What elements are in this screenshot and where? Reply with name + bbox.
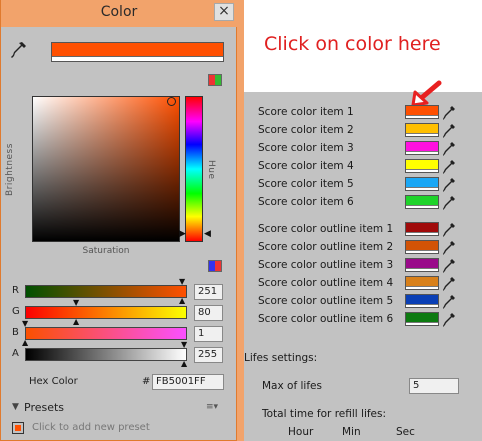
eyedropper-icon[interactable] bbox=[443, 258, 455, 273]
outline-color-label-1: Score color outline item 1 bbox=[258, 223, 394, 235]
eyedropper-icon[interactable] bbox=[443, 177, 455, 192]
outline-color-swatch-4[interactable] bbox=[405, 276, 439, 290]
score-color-swatch-3[interactable] bbox=[405, 141, 439, 155]
slider-knob-icon[interactable]: ▲ bbox=[73, 318, 79, 326]
slider-knob-icon[interactable]: ▲ bbox=[179, 297, 185, 305]
hue-marker-left-icon[interactable]: ▶ bbox=[179, 230, 186, 239]
outline-color-swatch-3[interactable] bbox=[405, 258, 439, 272]
eyedropper-icon[interactable] bbox=[443, 141, 455, 156]
green-value-field[interactable]: 80 bbox=[194, 305, 223, 321]
red-slider[interactable]: ▼ ▲ bbox=[25, 278, 187, 305]
slider-knob-icon[interactable]: ▼ bbox=[22, 320, 28, 328]
max-lifes-label: Max of lifes bbox=[262, 380, 322, 392]
hue-slider[interactable] bbox=[185, 96, 203, 242]
current-color-fill bbox=[52, 43, 223, 56]
saturation-brightness-field[interactable] bbox=[32, 96, 180, 242]
score-color-label-6: Score color item 6 bbox=[258, 196, 354, 208]
score-color-swatch-5[interactable] bbox=[405, 177, 439, 191]
presets-label: Presets bbox=[24, 401, 65, 414]
unit-hour-label: Hour bbox=[288, 426, 314, 438]
close-button[interactable]: × bbox=[214, 3, 234, 21]
eyedropper-icon[interactable] bbox=[443, 312, 455, 327]
slider-knob-icon[interactable]: ▼ bbox=[73, 299, 79, 307]
score-color-label-5: Score color item 5 bbox=[258, 178, 354, 190]
unit-min-label: Min bbox=[342, 426, 361, 438]
hue-marker-right-icon[interactable]: ◀ bbox=[204, 230, 211, 239]
green-slider[interactable]: ▼ ▲ bbox=[25, 299, 187, 326]
alpha-strip bbox=[52, 56, 223, 61]
eyedropper-icon[interactable] bbox=[443, 159, 455, 174]
presets-header[interactable]: ▼ Presets ≡▾ bbox=[1, 399, 237, 419]
color-picker-window: Color × ▶ ◀ Brightness Hue Saturation R … bbox=[0, 0, 237, 441]
eyedropper-icon[interactable] bbox=[443, 276, 455, 291]
window-title: Color bbox=[100, 4, 138, 20]
score-color-label-4: Score color item 4 bbox=[258, 160, 354, 172]
hex-hash-label: # bbox=[142, 376, 151, 387]
channel-g-label: G bbox=[12, 306, 20, 317]
current-color-swatch[interactable] bbox=[51, 42, 224, 62]
add-preset-row[interactable]: Click to add new preset bbox=[1, 419, 237, 439]
eyedropper-icon[interactable] bbox=[443, 240, 455, 255]
sv-cursor[interactable] bbox=[167, 97, 176, 106]
window-divider bbox=[237, 0, 244, 441]
score-color-label-1: Score color item 1 bbox=[258, 106, 354, 118]
red-value-field[interactable]: 251 bbox=[194, 284, 223, 300]
presets-menu-icon[interactable]: ≡▾ bbox=[206, 402, 218, 412]
lifes-settings-heading: Lifes settings: bbox=[244, 352, 318, 364]
hex-color-label: Hex Color bbox=[29, 376, 78, 387]
score-color-label-3: Score color item 3 bbox=[258, 142, 354, 154]
score-color-swatch-4[interactable] bbox=[405, 159, 439, 173]
slider-mode-toggle-icon[interactable] bbox=[208, 260, 222, 272]
outline-color-label-3: Score color outline item 3 bbox=[258, 259, 394, 271]
blue-value-field[interactable]: 1 bbox=[194, 326, 223, 342]
slider-knob-icon[interactable]: ▼ bbox=[179, 278, 185, 286]
eyedropper-icon[interactable] bbox=[11, 41, 27, 61]
refill-time-label: Total time for refill lifes: bbox=[262, 408, 387, 420]
channel-a-label: A bbox=[12, 348, 19, 359]
banner-text: Click on color here bbox=[264, 33, 441, 55]
slider-knob-icon[interactable]: ▲ bbox=[22, 339, 28, 347]
eyedropper-icon[interactable] bbox=[443, 222, 455, 237]
score-color-swatch-2[interactable] bbox=[405, 123, 439, 137]
outline-color-label-2: Score color outline item 2 bbox=[258, 241, 394, 253]
window-titlebar[interactable]: Color × bbox=[1, 0, 237, 27]
outline-color-label-5: Score color outline item 5 bbox=[258, 295, 394, 307]
saturation-label: Saturation bbox=[82, 246, 130, 256]
unit-sec-label: Sec bbox=[396, 426, 415, 438]
max-lifes-field[interactable]: 5 bbox=[409, 378, 459, 394]
slider-knob-icon[interactable]: ▲ bbox=[181, 360, 187, 368]
outline-color-swatch-1[interactable] bbox=[405, 222, 439, 236]
eyedropper-icon[interactable] bbox=[443, 105, 455, 120]
eyedropper-icon[interactable] bbox=[443, 195, 455, 210]
eyedropper-icon[interactable] bbox=[443, 294, 455, 309]
slider-knob-icon[interactable]: ▼ bbox=[181, 341, 187, 349]
outline-color-label-4: Score color outline item 4 bbox=[258, 277, 394, 289]
preset-swatch-icon[interactable] bbox=[12, 422, 24, 434]
alpha-slider[interactable]: ▼ ▲ bbox=[25, 341, 187, 368]
channel-r-label: R bbox=[12, 285, 19, 296]
outline-color-swatch-6[interactable] bbox=[405, 312, 439, 326]
channel-b-label: B bbox=[12, 327, 19, 338]
score-color-label-2: Score color item 2 bbox=[258, 124, 354, 136]
hue-label: Hue bbox=[206, 160, 216, 180]
outline-color-label-6: Score color outline item 6 bbox=[258, 313, 394, 325]
presets-foldout-icon[interactable]: ▼ bbox=[12, 402, 19, 412]
instruction-banner: Click on color here bbox=[244, 0, 482, 92]
outline-color-swatch-2[interactable] bbox=[405, 240, 439, 254]
hex-color-field[interactable]: FB5001FF bbox=[152, 374, 224, 390]
blue-slider[interactable]: ▼ ▲ bbox=[22, 320, 187, 347]
eyedropper-icon[interactable] bbox=[443, 123, 455, 138]
score-color-swatch-1[interactable] bbox=[405, 105, 439, 119]
brightness-label: Brightness bbox=[5, 143, 15, 196]
color-mode-toggle-icon[interactable] bbox=[208, 74, 222, 86]
outline-color-swatch-5[interactable] bbox=[405, 294, 439, 308]
alpha-value-field[interactable]: 255 bbox=[194, 347, 223, 363]
add-preset-text: Click to add new preset bbox=[32, 422, 150, 433]
score-color-swatch-6[interactable] bbox=[405, 195, 439, 209]
